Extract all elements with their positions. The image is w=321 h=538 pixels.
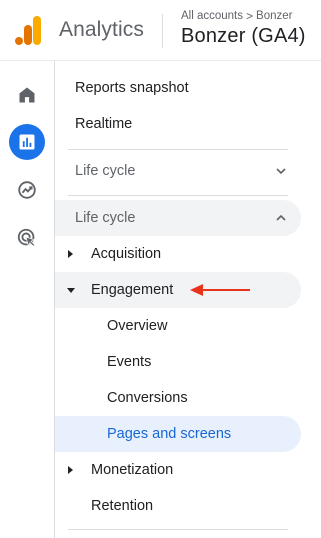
- app-name: Analytics: [59, 18, 144, 41]
- nav-section-lifecycle-expanded[interactable]: Life cycle: [55, 200, 301, 236]
- chevron-up-icon: [276, 214, 286, 221]
- nav-acquisition[interactable]: Acquisition: [55, 236, 301, 272]
- advertising-icon: [17, 228, 36, 247]
- nav-events-label: Events: [107, 354, 152, 370]
- nav-acquisition-label: Acquisition: [91, 246, 162, 262]
- breadcrumb-account[interactable]: All accounts: [181, 10, 243, 22]
- nav-section-lifecycle-collapsed[interactable]: Life cycle: [55, 153, 301, 189]
- chevron-down-icon: [276, 168, 286, 175]
- rail-reports-button[interactable]: [9, 124, 45, 160]
- home-icon: [19, 87, 35, 103]
- annotation-arrow-icon: [190, 284, 250, 296]
- explore-icon: [18, 181, 36, 199]
- analytics-logo[interactable]: [14, 14, 42, 46]
- app-header: Analytics All accounts > Bonzer Bonzer (…: [0, 0, 321, 60]
- nav-monetization[interactable]: Monetization: [55, 452, 301, 488]
- reports-icon: [19, 134, 35, 150]
- nav-divider: [68, 149, 288, 150]
- nav-conversions-label: Conversions: [107, 390, 188, 406]
- nav-realtime[interactable]: Realtime: [55, 106, 301, 142]
- nav-reports-snapshot[interactable]: Reports snapshot: [55, 70, 301, 106]
- breadcrumb-property[interactable]: Bonzer: [256, 10, 292, 22]
- breadcrumb-separator: >: [246, 9, 254, 23]
- nav-section-title: Life cycle: [75, 163, 136, 179]
- rail-advertising-button[interactable]: [9, 220, 45, 256]
- nav-divider: [68, 529, 288, 530]
- nav-overview[interactable]: Overview: [55, 308, 301, 344]
- property-selector[interactable]: Bonzer (GA4): [181, 25, 306, 48]
- rail-home-button[interactable]: [9, 77, 45, 113]
- nav-engagement[interactable]: Engagement: [55, 272, 301, 308]
- nav-engagement-label: Engagement: [91, 282, 174, 298]
- nav-realtime-label: Realtime: [75, 116, 133, 132]
- nav-retention[interactable]: Retention: [55, 488, 301, 524]
- nav-section-title: Life cycle: [75, 210, 136, 226]
- nav-events[interactable]: Events: [55, 344, 301, 380]
- nav-divider: [68, 195, 288, 196]
- rail-explore-button[interactable]: [9, 172, 45, 208]
- expand-arrow-icon: [68, 466, 73, 474]
- nav-pages-and-screens[interactable]: Pages and screens: [55, 416, 301, 452]
- nav-retention-label: Retention: [91, 498, 154, 514]
- expand-arrow-icon: [68, 250, 73, 258]
- left-rail: [0, 61, 54, 538]
- nav-pages-and-screens-label: Pages and screens: [107, 426, 232, 442]
- breadcrumb[interactable]: All accounts > Bonzer: [181, 9, 292, 23]
- nav-overview-label: Overview: [107, 318, 168, 334]
- report-navigation: Reports snapshot Realtime Life cycle Lif…: [55, 61, 321, 538]
- nav-conversions[interactable]: Conversions: [55, 380, 301, 416]
- nav-reports-snapshot-label: Reports snapshot: [75, 80, 189, 96]
- nav-monetization-label: Monetization: [91, 462, 174, 478]
- collapse-arrow-icon: [67, 288, 75, 293]
- header-divider: [162, 14, 163, 48]
